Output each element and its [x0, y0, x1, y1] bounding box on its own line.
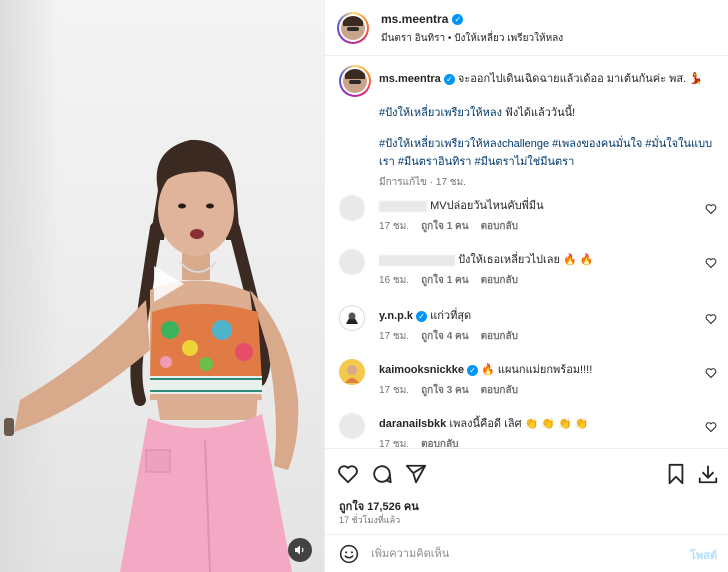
comment-input[interactable] — [371, 545, 671, 563]
reply-button[interactable]: ตอบกลับ — [481, 273, 518, 288]
comment-meta: 17 ชม. ถูกใจ 3 คน ตอบกลับ — [379, 383, 518, 398]
comment-likes[interactable]: ถูกใจ 4 คน — [421, 329, 469, 344]
audio-subtitle[interactable]: มีนตรา อินทิรา • ปังให้เหลี่ยว เพรียวให้… — [381, 31, 563, 46]
reply-button[interactable]: ตอบกลับ — [481, 383, 518, 398]
comment-text: y.n.p.k ✓ แก่วที่สุด — [379, 310, 472, 322]
blurred-username[interactable] — [379, 254, 455, 266]
post-button[interactable]: โพสต์ — [690, 546, 717, 564]
share-icon[interactable] — [405, 463, 427, 485]
reply-button[interactable]: ตอบกลับ — [481, 329, 518, 344]
verified-icon: ✓ — [416, 311, 428, 322]
comment-icon[interactable] — [371, 463, 393, 485]
comment-avatar[interactable] — [339, 249, 365, 275]
hashtag-list[interactable]: #ปังให้เหลี่ยวเพรียวให้หลงchallenge #เพล… — [379, 138, 712, 168]
comment-composer: โพสต์ — [325, 534, 728, 572]
heart-icon[interactable] — [705, 421, 717, 433]
caption-username[interactable]: ms.meentra — [379, 73, 441, 85]
comment-likes[interactable]: ถูกใจ 3 คน — [421, 383, 469, 398]
comment-item: MVปล่อยวันไหนคับพี่มีน 17 ชม. ถูกใจ 1 คน… — [325, 195, 728, 247]
post-timestamp: 17 ชั่วโมงที่แล้ว — [339, 515, 401, 525]
play-icon[interactable] — [138, 256, 194, 312]
comment-avatar[interactable] — [339, 305, 365, 331]
verified-icon: ✓ — [452, 13, 464, 25]
comment-text: ปังให้เธอเหลี่ยวไปเลย 🔥 🔥 — [379, 253, 593, 267]
comment-item: y.n.p.k ✓ แก่วที่สุด 17 ชม. ถูกใจ 4 คน ต… — [325, 305, 728, 357]
author-username[interactable]: ms.meentra ✓ — [381, 12, 464, 26]
heart-icon[interactable] — [705, 367, 717, 379]
caption-suffix: ฟังได้แล้ววันนี้! — [502, 107, 576, 119]
caption-meta: มีการแก้ไข · 17 ชม. — [379, 177, 466, 188]
comments-scroll-area[interactable]: ms.meentra ✓ จะออกไปเดินเฉิดฉายแล้วเด้ออ… — [325, 57, 728, 447]
emoji-icon[interactable] — [339, 544, 359, 564]
hashtag-link[interactable]: #ปังให้เหลี่ยวเพรียวให้หลง — [379, 107, 502, 119]
comment-text: MVปล่อยวันไหนคับพี่มีน — [379, 199, 544, 213]
verified-icon: ✓ — [443, 74, 455, 85]
comment-text: daranailsbkk เพลงนี้คือดี เลิศ 👏 👏 👏 👏 — [379, 418, 589, 430]
comment-avatar[interactable] — [339, 359, 365, 385]
user-avatar-image — [340, 306, 364, 330]
comment-text: kaimooksnickke ✓ 🔥 แผนกแม่ยกพร้อม!!!! — [379, 364, 593, 376]
reply-button[interactable]: ตอบกลับ — [481, 219, 518, 234]
caption-avatar[interactable] — [339, 65, 371, 97]
post-viewer: ms.meentra ✓ มีนตรา อินทิรา • ปังให้เหลี… — [0, 0, 728, 572]
caption-body: จะออกไปเดินเฉิดฉายแล้วเด้ออ มาเต้นกันค่ะ… — [457, 73, 703, 85]
comment-avatar[interactable] — [339, 413, 365, 439]
mute-button[interactable] — [288, 538, 312, 562]
comment-avatar[interactable] — [339, 195, 365, 221]
comment-username[interactable]: kaimooksnickke — [379, 364, 464, 376]
comment-meta: 16 ชม. ถูกใจ 1 คน ตอบกลับ — [379, 273, 518, 288]
verified-icon: ✓ — [467, 365, 479, 376]
post-details-panel: ms.meentra ✓ มีนตรา อินทิรา • ปังให้เหลี… — [324, 0, 728, 572]
post-header: ms.meentra ✓ มีนตรา อินทิรา • ปังให้เหลี… — [325, 0, 728, 56]
comment-item: ปังให้เธอเหลี่ยวไปเลย 🔥 🔥 16 ชม. ถูกใจ 1… — [325, 249, 728, 301]
blurred-username[interactable] — [379, 200, 427, 212]
user-avatar-image — [339, 359, 365, 385]
video-player[interactable] — [0, 0, 324, 572]
comment-meta: 17 ชม. ตอบกลับ — [379, 437, 458, 447]
heart-icon[interactable] — [705, 203, 717, 215]
comment-meta: 17 ชม. ถูกใจ 4 คน ตอบกลับ — [379, 329, 518, 344]
heart-icon[interactable] — [337, 463, 359, 485]
comment-username[interactable]: y.n.p.k — [379, 310, 413, 322]
comment-item: kaimooksnickke ✓ 🔥 แผนกแม่ยกพร้อม!!!! 17… — [325, 359, 728, 411]
avatar[interactable] — [337, 12, 369, 44]
caption-hashtags: #ปังให้เหลี่ยวเพรียวให้หลงchallenge #เพล… — [379, 135, 717, 171]
heart-icon[interactable] — [705, 313, 717, 325]
comment-likes[interactable]: ถูกใจ 1 คน — [421, 219, 469, 234]
speaker-icon — [295, 545, 304, 555]
heart-icon[interactable] — [705, 257, 717, 269]
comment-item: daranailsbkk เพลงนี้คือดี เลิศ 👏 👏 👏 👏 1… — [325, 413, 728, 447]
post-actions: ถูกใจ 17,526 คน 17 ชั่วโมงที่แล้ว — [325, 448, 728, 534]
comment-username[interactable]: daranailsbkk — [379, 418, 446, 430]
reply-button[interactable]: ตอบกลับ — [421, 437, 458, 447]
caption-text: ms.meentra ✓ จะออกไปเดินเฉิดฉายแล้วเด้ออ… — [379, 71, 717, 87]
bookmark-icon[interactable] — [665, 463, 687, 485]
download-icon[interactable] — [697, 463, 719, 485]
comment-likes[interactable]: ถูกใจ 1 คน — [421, 273, 469, 288]
caption-hashtag-line: #ปังให้เหลี่ยวเพรียวให้หลง ฟังได้แล้ววัน… — [379, 105, 717, 121]
comment-meta: 17 ชม. ถูกใจ 1 คน ตอบกลับ — [379, 219, 518, 234]
